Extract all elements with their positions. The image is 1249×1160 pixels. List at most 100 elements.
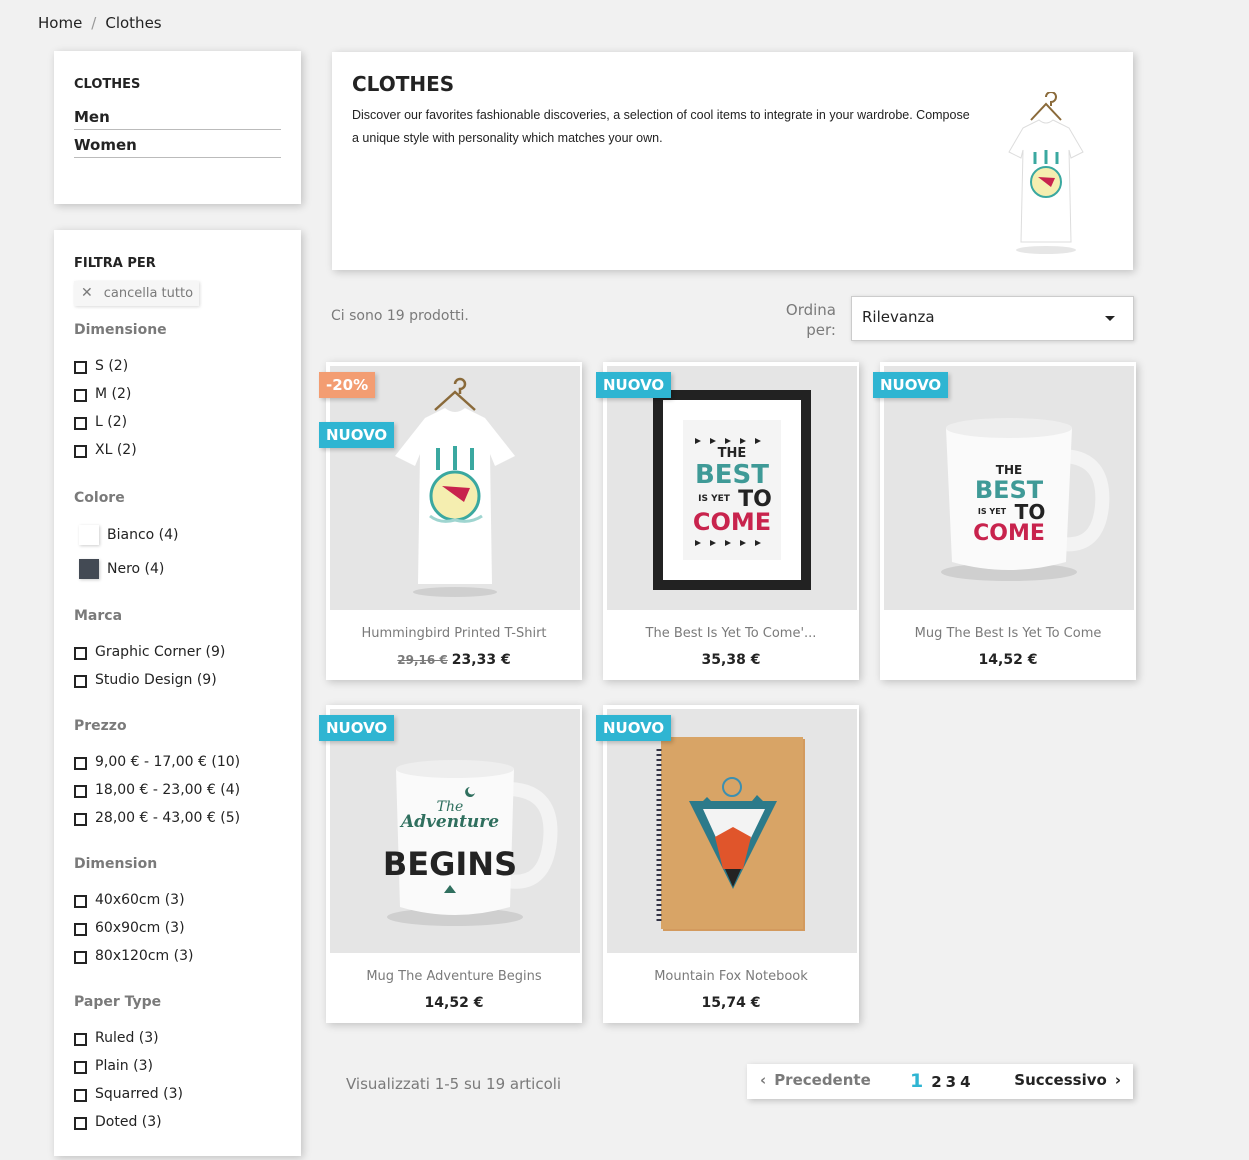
page-link-3[interactable]: 3: [946, 1073, 956, 1091]
checkbox[interactable]: [74, 1033, 87, 1046]
filter-option[interactable]: Plain (3): [74, 1052, 281, 1080]
current-price: 23,33 €: [451, 652, 511, 668]
breadcrumb-current[interactable]: Clothes: [105, 14, 161, 32]
product-name-link[interactable]: The Best Is Yet To Come'...: [603, 626, 859, 641]
checkbox[interactable]: [74, 389, 87, 402]
facet-title-size: Dimensione: [74, 322, 167, 338]
product-card[interactable]: NUOVO Mountain Fox Notebook 15,74 €: [596, 705, 859, 1023]
filter-option[interactable]: 40x60cm (3): [74, 886, 281, 914]
current-price: 15,74 €: [701, 995, 761, 1011]
mug-image: THE BEST IS YET TO COME: [884, 366, 1134, 610]
product-thumbnail[interactable]: [330, 366, 580, 610]
regular-price: 29,16 €: [397, 653, 448, 667]
page-link-2[interactable]: 2: [931, 1073, 941, 1091]
product-thumbnail[interactable]: THE BEST IS YET TO COME: [607, 366, 857, 610]
filter-option[interactable]: 60x90cm (3): [74, 914, 281, 942]
sort-selected-value: Rilevanza: [862, 308, 935, 326]
filter-option[interactable]: 80x120cm (3): [74, 942, 281, 970]
filter-option[interactable]: Graphic Corner (9): [74, 638, 281, 666]
product-thumbnail[interactable]: The Adventure BEGINS: [330, 709, 580, 953]
product-name-link[interactable]: Mug The Adventure Begins: [326, 969, 582, 984]
checkbox[interactable]: [74, 1117, 87, 1130]
category-image: [991, 91, 1101, 262]
product-count: Ci sono 19 prodotti.: [331, 308, 469, 324]
clear-all-filters-button[interactable]: ✕ cancella tutto: [74, 281, 200, 306]
breadcrumb-home-link[interactable]: Home: [38, 14, 82, 32]
mug-line-is-yet: IS YET: [978, 507, 1007, 516]
mug-line-begins: BEGINS: [383, 845, 517, 883]
filter-option[interactable]: M (2): [74, 380, 281, 408]
filter-option-label: 80x120cm (3): [95, 948, 194, 964]
color-filter-option[interactable]: Bianco (4): [74, 518, 281, 552]
checkbox[interactable]: [74, 445, 87, 458]
page-link-4[interactable]: 4: [960, 1073, 970, 1091]
category-description: Discover our favorites fashionable disco…: [352, 108, 970, 145]
product-thumbnail[interactable]: THE BEST IS YET TO COME: [884, 366, 1134, 610]
filter-option-label: Squarred (3): [95, 1086, 183, 1102]
checkbox[interactable]: [74, 785, 87, 798]
product-thumbnail[interactable]: [607, 709, 857, 953]
page-link-1[interactable]: 1: [910, 1070, 923, 1092]
category-tree: CLOTHES Men Women: [54, 51, 301, 204]
product-name-link[interactable]: Mountain Fox Notebook: [603, 969, 859, 984]
product-card[interactable]: THE BEST IS YET TO COME NUOVO Mug The Be…: [873, 362, 1136, 680]
checkbox[interactable]: [74, 1089, 87, 1102]
filter-option[interactable]: Doted (3): [74, 1108, 281, 1136]
checkbox[interactable]: [74, 675, 87, 688]
facet-title-price: Prezzo: [74, 718, 127, 734]
new-badge: NUOVO: [596, 372, 672, 398]
sort-select[interactable]: Rilevanza: [851, 296, 1134, 341]
checkbox[interactable]: [74, 923, 87, 936]
filter-option[interactable]: Ruled (3): [74, 1024, 281, 1052]
checkbox[interactable]: [74, 757, 87, 770]
product-name-link[interactable]: Mug The Best Is Yet To Come: [880, 626, 1136, 641]
category-link-men[interactable]: Men: [74, 106, 281, 130]
filter-option-label: XL (2): [95, 442, 137, 458]
filter-option-label: L (2): [95, 414, 128, 430]
checkbox[interactable]: [74, 1061, 87, 1074]
checkbox[interactable]: [74, 361, 87, 374]
facet-title-paper-type: Paper Type: [74, 994, 162, 1010]
product-card[interactable]: -20% NUOVO Hummingbird Printed T-Shirt 2…: [319, 362, 582, 680]
filter-option-label: 28,00 € - 43,00 € (5): [95, 810, 241, 826]
checkbox[interactable]: [74, 895, 87, 908]
previous-label: Precedente: [774, 1071, 871, 1089]
filter-option-label: 60x90cm (3): [95, 920, 185, 936]
filter-option[interactable]: 18,00 € - 23,00 € (4): [74, 776, 281, 804]
color-filter-option[interactable]: Nero (4): [74, 552, 281, 586]
category-link-women[interactable]: Women: [74, 134, 281, 158]
category-tree-title[interactable]: CLOTHES: [74, 77, 281, 92]
checkbox[interactable]: [74, 951, 87, 964]
facet-filters: FILTRA PER ✕ cancella tutto Dimensione S…: [54, 230, 301, 1156]
tshirt-image: [330, 366, 580, 610]
mug-line-adventure: Adventure: [399, 812, 499, 832]
filter-option[interactable]: 28,00 € - 43,00 € (5): [74, 804, 281, 832]
filter-option[interactable]: XL (2): [74, 436, 281, 464]
product-price: 14,52 €: [880, 652, 1136, 668]
checkbox[interactable]: [74, 813, 87, 826]
clear-all-label: cancella tutto: [103, 285, 194, 301]
color-swatch-white[interactable]: [79, 525, 99, 545]
filter-option[interactable]: L (2): [74, 408, 281, 436]
sort-label: Ordina per:: [785, 301, 836, 339]
checkbox[interactable]: [74, 647, 87, 660]
color-swatch-black[interactable]: [79, 559, 99, 579]
caret-down-icon: [1105, 316, 1115, 321]
product-card[interactable]: THE BEST IS YET TO COME NUOVO The Best I…: [596, 362, 859, 680]
product-price: 29,16 €23,33 €: [326, 652, 582, 668]
filter-option[interactable]: Studio Design (9): [74, 666, 281, 694]
discount-badge: -20%: [319, 372, 376, 398]
filter-option[interactable]: S (2): [74, 352, 281, 380]
product-card[interactable]: The Adventure BEGINS NUOVO Mug The Adven…: [319, 705, 582, 1023]
product-price: 35,38 €: [603, 652, 859, 668]
poster-line-is-yet: IS YET: [698, 494, 731, 504]
page-numbers: 1234: [910, 1070, 975, 1092]
filter-option[interactable]: 9,00 € - 17,00 € (10): [74, 748, 281, 776]
current-price: 14,52 €: [424, 995, 484, 1011]
checkbox[interactable]: [74, 417, 87, 430]
next-page-button[interactable]: Successivo ›: [1014, 1071, 1121, 1089]
previous-page-button[interactable]: ‹ Precedente: [760, 1071, 871, 1089]
pagination: ‹ Precedente 1234 Successivo ›: [747, 1064, 1133, 1099]
filter-option[interactable]: Squarred (3): [74, 1080, 281, 1108]
product-name-link[interactable]: Hummingbird Printed T-Shirt: [326, 626, 582, 641]
